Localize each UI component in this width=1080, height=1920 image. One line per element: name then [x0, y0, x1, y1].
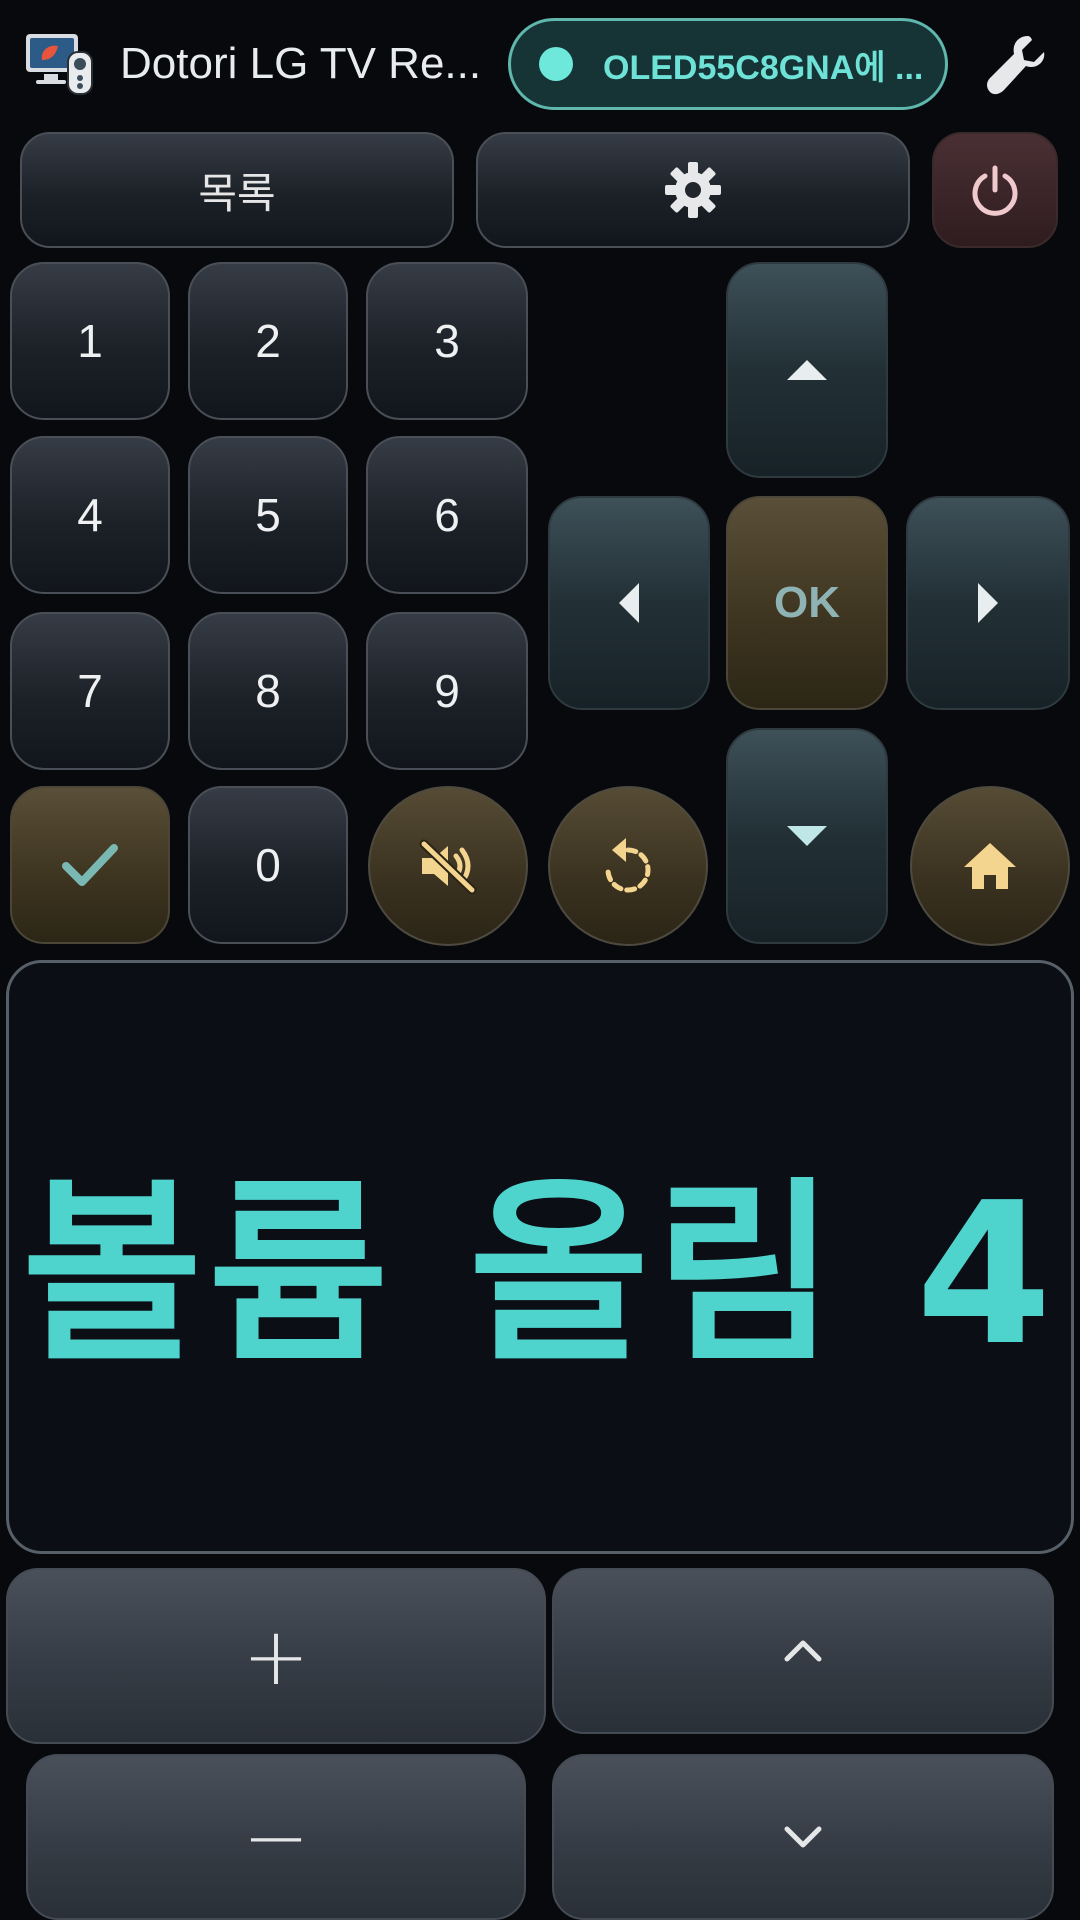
- status-display: 볼륨 올림 4: [6, 960, 1074, 1554]
- home-icon: [964, 843, 1016, 889]
- chevron-up-icon: [784, 1640, 822, 1662]
- chevron-down-icon: [784, 1826, 822, 1848]
- app-title: Dotori LG TV Re...: [120, 39, 482, 88]
- dpad-up-button[interactable]: [726, 262, 888, 478]
- app-icon: [24, 30, 96, 96]
- key-7[interactable]: 7: [10, 612, 170, 770]
- volume-up-label: +: [242, 1609, 310, 1703]
- channel-up-button[interactable]: [552, 1568, 1054, 1734]
- key-label: 0: [255, 839, 281, 891]
- key-label: 1: [77, 315, 103, 367]
- replay-icon: [605, 838, 651, 893]
- key-9[interactable]: 9: [366, 612, 528, 770]
- key-4[interactable]: 4: [10, 436, 170, 594]
- dpad-right-button[interactable]: [906, 496, 1070, 710]
- key-label: 9: [434, 665, 460, 717]
- ok-label: OK: [774, 578, 840, 627]
- key-label: 6: [434, 489, 460, 541]
- volume-up-button[interactable]: +: [6, 1568, 546, 1744]
- key-label: 3: [434, 315, 460, 367]
- wrench-icon[interactable]: [984, 32, 1048, 96]
- status-display-text: 볼륨 올림 4: [21, 1160, 1059, 1389]
- connection-status-button[interactable]: OLED55C8GNA에 ...: [508, 18, 948, 110]
- gear-icon: [665, 162, 721, 218]
- key-label: 2: [255, 315, 281, 367]
- key-1[interactable]: 1: [10, 262, 170, 420]
- settings-button[interactable]: [476, 132, 910, 248]
- mute-button[interactable]: [368, 786, 528, 946]
- arrow-left-icon: [619, 583, 639, 623]
- arrow-down-icon: [787, 826, 827, 846]
- dpad-ok-button[interactable]: OK: [726, 496, 888, 710]
- key-2[interactable]: 2: [188, 262, 348, 420]
- power-icon: [972, 165, 1018, 216]
- connection-label: OLED55C8GNA에 ...: [603, 48, 924, 87]
- key-6[interactable]: 6: [366, 436, 528, 594]
- confirm-button[interactable]: [10, 786, 170, 944]
- power-button[interactable]: [932, 132, 1058, 248]
- replay-button[interactable]: [548, 786, 708, 946]
- key-5[interactable]: 5: [188, 436, 348, 594]
- home-button[interactable]: [910, 786, 1070, 946]
- volume-down-label: −: [242, 1790, 310, 1884]
- key-0[interactable]: 0: [188, 786, 348, 944]
- list-button[interactable]: 목록: [20, 132, 454, 248]
- connection-dot-icon: [539, 47, 573, 81]
- key-label: 8: [255, 665, 281, 717]
- check-icon: [62, 844, 118, 886]
- volume-down-button[interactable]: −: [26, 1754, 526, 1920]
- channel-down-button[interactable]: [552, 1754, 1054, 1920]
- key-label: 4: [77, 489, 103, 541]
- arrow-right-icon: [978, 583, 998, 623]
- key-8[interactable]: 8: [188, 612, 348, 770]
- key-3[interactable]: 3: [366, 262, 528, 420]
- arrow-up-icon: [787, 360, 827, 380]
- mute-icon: [419, 839, 477, 894]
- key-label: 5: [255, 489, 281, 541]
- dpad-left-button[interactable]: [548, 496, 710, 710]
- list-button-label: 목록: [198, 168, 276, 218]
- key-label: 7: [77, 665, 103, 717]
- dpad-down-button[interactable]: [726, 728, 888, 944]
